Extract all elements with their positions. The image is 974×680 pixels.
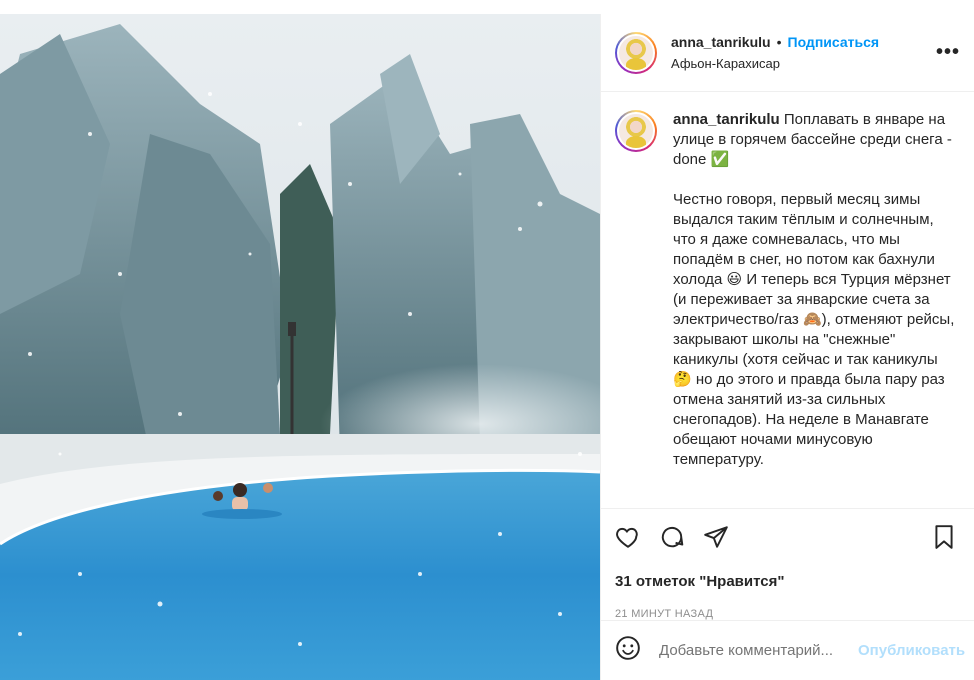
comment-form: Опубликовать <box>601 620 974 680</box>
share-icon[interactable] <box>703 524 729 550</box>
publish-button[interactable]: Опубликовать <box>858 642 965 659</box>
author-info: anna_tanrikulu • Подписаться Афьон-Карах… <box>671 34 936 71</box>
post-sidebar: anna_tanrikulu • Подписаться Афьон-Карах… <box>600 14 974 680</box>
likes-count[interactable]: 31 отметок "Нравится" <box>615 573 960 590</box>
post-location[interactable]: Афьон-Карахисар <box>671 56 936 71</box>
post-caption: anna_tanrikulu Поплавать в январе на ули… <box>615 110 960 470</box>
comments-section: anna_tanrikulu Поплавать в январе на ули… <box>601 92 974 508</box>
post-header: anna_tanrikulu • Подписаться Афьон-Карах… <box>601 14 974 92</box>
post-photo[interactable] <box>0 14 600 680</box>
caption-username[interactable]: anna_tanrikulu <box>673 111 780 128</box>
caption-text: anna_tanrikulu Поплавать в январе на ули… <box>673 110 960 470</box>
author-username[interactable]: anna_tanrikulu <box>671 34 771 50</box>
caption-line-2: Честно говоря, первый месяц зимы выдался… <box>673 191 955 468</box>
photo-artwork <box>0 14 600 680</box>
smiley-icon[interactable] <box>615 635 641 666</box>
caption-avatar[interactable] <box>615 110 657 152</box>
heart-icon[interactable] <box>615 524 641 550</box>
follow-button[interactable]: Подписаться <box>788 34 880 50</box>
post-timestamp[interactable]: 21 МИНУТ НАЗАД <box>615 608 960 620</box>
post-actions: 31 отметок "Нравится" 21 МИНУТ НАЗАД <box>601 508 974 620</box>
separator-dot: • <box>776 34 782 50</box>
comment-icon[interactable] <box>659 524 685 550</box>
more-options-icon[interactable]: ••• <box>936 41 960 64</box>
post-dialog: anna_tanrikulu • Подписаться Афьон-Карах… <box>0 14 974 680</box>
bookmark-icon[interactable] <box>932 524 956 550</box>
comment-input[interactable] <box>659 642 858 659</box>
author-avatar[interactable] <box>615 31 657 74</box>
